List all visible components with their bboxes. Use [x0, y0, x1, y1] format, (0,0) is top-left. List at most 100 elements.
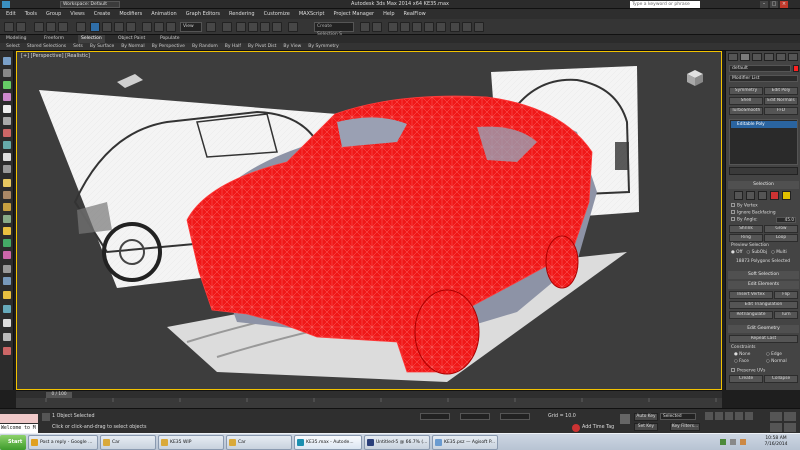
lights-toggle-icon[interactable]	[3, 179, 11, 187]
menu-help[interactable]: Help	[383, 11, 394, 17]
selection-filter-icon[interactable]	[76, 22, 86, 32]
menu-views[interactable]: Views	[70, 11, 84, 17]
taskbar-item-car-folder-2[interactable]: Car	[226, 435, 292, 450]
zoom-icon[interactable]	[770, 412, 782, 421]
polygon-level-icon[interactable]	[770, 191, 779, 200]
link-icon[interactable]	[34, 22, 44, 32]
freeze-icon[interactable]	[3, 227, 11, 235]
soft-selection-rollout-header[interactable]: Soft Selection	[728, 271, 799, 279]
particle-icon[interactable]	[3, 251, 11, 259]
edit-elements-rollout-header[interactable]: Edit Elements	[728, 281, 799, 289]
move-icon[interactable]	[142, 22, 152, 32]
preview-off-radio[interactable]: ● Off	[731, 250, 742, 255]
pan-icon[interactable]	[770, 423, 782, 432]
edge-level-icon[interactable]	[746, 191, 755, 200]
layer-manager-icon[interactable]	[388, 22, 398, 32]
add-time-tag-icon[interactable]	[572, 424, 580, 432]
track-bar[interactable]	[16, 398, 722, 408]
create-button[interactable]: Create	[729, 375, 763, 383]
menu-project-manager[interactable]: Project Manager	[334, 11, 375, 17]
volume-icon[interactable]	[730, 439, 736, 445]
system-clock[interactable]: 10:58 AM 7/16/2014	[755, 435, 797, 450]
render-setup-icon[interactable]	[450, 22, 460, 32]
align-icon[interactable]	[372, 22, 382, 32]
symmetry-button[interactable]: Symmetry	[729, 87, 763, 95]
auto-key-button[interactable]: Auto Key	[634, 413, 658, 421]
rotate-icon[interactable]	[154, 22, 164, 32]
key-icon[interactable]	[620, 414, 630, 424]
by-vertex-checkbox[interactable]: By Vertex	[731, 203, 758, 209]
ribbon-by-surface[interactable]: By Surface	[90, 44, 114, 49]
mirror-icon[interactable]	[360, 22, 370, 32]
display-spacewarps-icon[interactable]	[3, 141, 11, 149]
constraint-none-radio[interactable]: ● None	[734, 352, 750, 357]
tab-populate[interactable]: Populate	[160, 35, 180, 43]
zoom-all-icon[interactable]	[784, 412, 796, 421]
close-icon[interactable]: ×	[780, 1, 788, 8]
sort-icon[interactable]	[3, 305, 11, 313]
element-level-icon[interactable]	[782, 191, 791, 200]
insert-vertex-button[interactable]: Insert Vertex	[729, 291, 773, 299]
ribbon-by-half[interactable]: By Half	[225, 44, 241, 49]
graphite-toggle-icon[interactable]	[400, 22, 410, 32]
maxscript-mini-listener[interactable]: Welcome to M	[0, 424, 38, 433]
menu-group[interactable]: Group	[46, 11, 61, 17]
app-logo-icon[interactable]	[2, 1, 10, 8]
ribbon-by-view[interactable]: By View	[283, 44, 301, 49]
start-button[interactable]: Start	[0, 435, 26, 450]
ring-button[interactable]: Ring	[729, 234, 763, 242]
schematic-view-icon[interactable]	[424, 22, 434, 32]
ribbon-by-perspective[interactable]: By Perspective	[152, 44, 185, 49]
tab-modeling[interactable]: Modeling	[6, 35, 26, 43]
pivot-center-icon[interactable]	[206, 22, 216, 32]
snap-toggle-icon[interactable]	[236, 22, 246, 32]
motion-tab-icon[interactable]	[764, 53, 774, 61]
scale-icon[interactable]	[166, 22, 176, 32]
next-frame-icon[interactable]	[735, 412, 743, 420]
bind-space-warp-icon[interactable]	[58, 22, 68, 32]
display-none-icon[interactable]	[3, 69, 11, 77]
menu-realflow[interactable]: RealFlow	[404, 11, 426, 17]
by-angle-checkbox[interactable]: By Angle:	[731, 217, 758, 223]
xrefs-icon[interactable]	[3, 215, 11, 223]
select-object-icon[interactable]	[90, 22, 100, 32]
constraint-edge-radio[interactable]: ○ Edge	[766, 352, 782, 357]
x-coordinate-field[interactable]	[420, 413, 450, 420]
window-crossing-icon[interactable]	[126, 22, 136, 32]
ribbon-sets[interactable]: Sets	[73, 44, 83, 49]
key-filters-button[interactable]: Key Filters...	[670, 423, 700, 431]
display-tab-icon[interactable]	[776, 53, 786, 61]
minimize-icon[interactable]: –	[760, 1, 768, 8]
highlight-icon[interactable]	[3, 291, 11, 299]
edit-poly-button[interactable]: Edit Poly	[764, 87, 798, 95]
material-editor-icon[interactable]	[436, 22, 446, 32]
taskbar-item-agisoft[interactable]: KE35.psz — Agisoft P...	[432, 435, 498, 450]
preview-subobj-radio[interactable]: ○ SubObj	[746, 250, 767, 255]
edit-normals-button[interactable]: Edit Normals	[764, 97, 798, 105]
turbosmooth-button[interactable]: TurboSmooth	[729, 107, 763, 115]
shell-button[interactable]: Shell	[729, 97, 763, 105]
go-to-end-icon[interactable]	[745, 412, 753, 420]
angle-spinner[interactable]: 45.0	[776, 217, 796, 223]
notification-icon[interactable]	[740, 439, 746, 445]
menu-edit[interactable]: Edit	[6, 11, 16, 17]
ignore-backfacing-checkbox[interactable]: Ignore Backfacing	[731, 210, 776, 216]
object-name-field[interactable]: default	[729, 65, 791, 72]
network-icon[interactable]	[720, 439, 726, 445]
filter-icon[interactable]	[3, 333, 11, 341]
select-manipulate-icon[interactable]	[222, 22, 232, 32]
display-cameras-icon[interactable]	[3, 117, 11, 125]
unlink-icon[interactable]	[46, 22, 56, 32]
go-to-start-icon[interactable]	[705, 412, 713, 420]
repeat-last-button[interactable]: Repeat Last	[729, 335, 798, 343]
edit-triangulation-button[interactable]: Edit Triangulation	[729, 301, 798, 309]
workspace-dropdown[interactable]: Workspace: Default	[60, 1, 120, 8]
modifier-list-dropdown[interactable]: Modifier List	[729, 75, 798, 82]
taskbar-item-3ds-max[interactable]: KE35.max - Autode...	[294, 435, 362, 450]
menu-rendering[interactable]: Rendering	[229, 11, 255, 17]
named-selection-set-dropdown[interactable]: Create Selection S	[314, 22, 354, 37]
preview-multi-radio[interactable]: ○ Multi	[771, 250, 787, 255]
ribbon-select[interactable]: Select	[6, 44, 20, 49]
constraint-face-radio[interactable]: ○ Face	[734, 359, 749, 364]
constraint-normal-radio[interactable]: ○ Normal	[766, 359, 787, 364]
